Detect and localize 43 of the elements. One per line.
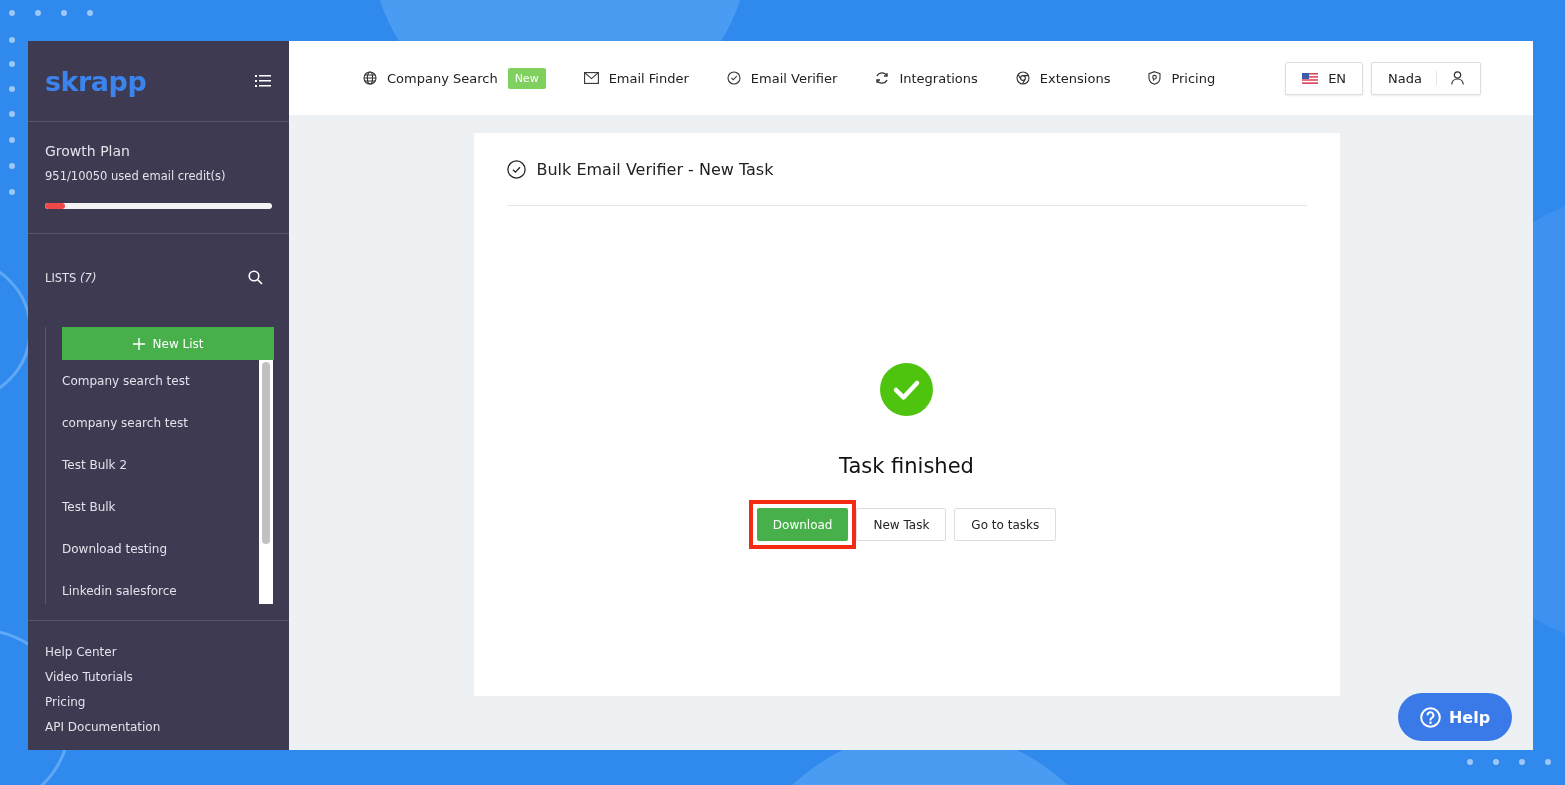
nav-link[interactable]: Extensions xyxy=(1015,70,1111,86)
check-circle-icon xyxy=(506,159,526,179)
globe-icon xyxy=(363,71,377,85)
nav-link[interactable]: Email Finder xyxy=(583,70,689,86)
plus-icon xyxy=(132,337,145,350)
lists-label: LISTS (7) xyxy=(45,270,97,285)
status-text: Task finished xyxy=(839,454,974,478)
list-item[interactable]: company search test xyxy=(62,402,259,444)
scroll-thumb[interactable] xyxy=(262,362,270,544)
browser-icon xyxy=(1015,71,1030,85)
scrollbar[interactable] xyxy=(259,360,273,604)
nav-link[interactable]: Pricing xyxy=(1148,70,1216,86)
flag-icon xyxy=(1302,72,1319,84)
sync-icon xyxy=(875,71,890,85)
action-button[interactable]: Go to tasks xyxy=(954,508,1057,541)
list-item[interactable]: Linkedin salesforce xyxy=(62,570,259,612)
new-badge: New xyxy=(507,67,546,89)
question-icon xyxy=(1419,706,1441,728)
check-circle-icon xyxy=(726,71,741,85)
user-icon xyxy=(1451,71,1464,85)
list-item[interactable]: Download testing xyxy=(62,528,259,570)
sidebar-link[interactable]: API Documentation xyxy=(45,720,272,734)
shield-icon xyxy=(1148,71,1162,85)
nav-link[interactable]: Company Search New xyxy=(363,67,546,89)
user-button[interactable]: Nada xyxy=(1371,61,1481,95)
plan-name: Growth Plan xyxy=(45,143,131,159)
credit-usage: 951/10050 used email credit(s) xyxy=(45,169,227,183)
sidebar-link[interactable]: Pricing xyxy=(45,695,272,709)
search-icon[interactable] xyxy=(248,270,263,285)
list-item[interactable]: Company search test xyxy=(62,360,259,402)
sidebar-link[interactable]: Help Center xyxy=(45,645,272,659)
list-item[interactable]: Test Bulk xyxy=(62,486,259,528)
list-item[interactable]: Test Bulk 2 xyxy=(62,444,259,486)
sidebar-link[interactable]: Video Tutorials xyxy=(45,670,272,684)
card-title: Bulk Email Verifier - New Task xyxy=(536,159,774,179)
action-button[interactable]: New Task xyxy=(856,508,947,541)
success-check-icon xyxy=(880,363,933,416)
language-button[interactable]: EN xyxy=(1285,61,1364,95)
nav-link[interactable]: Integrations xyxy=(875,70,978,86)
menu-icon[interactable] xyxy=(255,74,271,88)
nav-link[interactable]: Email Verifier xyxy=(726,70,838,86)
envelope-icon xyxy=(583,72,599,84)
help-button[interactable]: Help xyxy=(1398,693,1512,741)
